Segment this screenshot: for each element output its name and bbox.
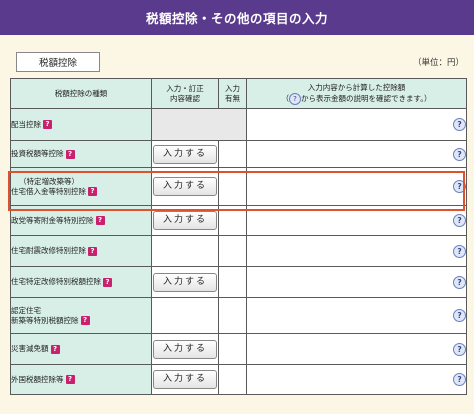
- header-amount-line1: 入力内容から計算した控除額: [307, 82, 406, 92]
- help-icon[interactable]: ?: [88, 187, 97, 196]
- header-amount: 入力内容から計算した控除額 （? から表示金額の説明を確認できます。）: [246, 78, 467, 109]
- row-label: 投資税額等控除: [11, 149, 64, 158]
- table-row: 投資税額等控除? 入力する ?: [10, 140, 467, 168]
- presence-cell: [218, 364, 247, 395]
- table-row: 住宅特定改修特別税額控除? 入力する ?: [10, 266, 467, 298]
- info-icon: ?: [289, 92, 301, 105]
- tax-credit-table: 税額控除の種類 入力・訂正 内容確認 入力 有無 入力内容から計算した控除額 （…: [10, 78, 467, 395]
- help-icon[interactable]: ?: [95, 216, 105, 225]
- amount-cell: ?: [246, 140, 467, 168]
- row-label: 政党等寄附金等特別控除: [11, 215, 94, 225]
- row-label: 新築等特別税額控除: [11, 315, 79, 325]
- row-name-investment: 投資税額等控除?: [10, 140, 152, 168]
- info-icon[interactable]: ?: [453, 342, 466, 356]
- row-name-disaster: 災害減免額?: [10, 333, 152, 365]
- presence-cell: [218, 167, 247, 206]
- presence-cell: [218, 205, 247, 236]
- presence-cell: [218, 140, 247, 168]
- header-amount-line2: （? から表示金額の説明を確認できます。）: [247, 92, 466, 105]
- info-icon[interactable]: ?: [453, 373, 466, 386]
- amount-cell: ?: [246, 364, 467, 395]
- amount-cell: ?: [246, 333, 467, 365]
- info-icon[interactable]: ?: [453, 118, 466, 131]
- row-label: 外国税額控除等: [11, 374, 64, 384]
- row-label: 住宅借入金等特別控除: [11, 186, 86, 196]
- table-row: 認定住宅 新築等特別税額控除? ?: [10, 297, 467, 334]
- presence-cell: [218, 297, 247, 334]
- row-name-housing-loan: （特定増改築等） 住宅借入金等特別控除?: [10, 167, 152, 206]
- button-cell: 入力する: [151, 266, 219, 298]
- row-name-certified-housing: 認定住宅 新築等特別税額控除?: [10, 297, 152, 334]
- row-label-line2: 新築等特別税額控除?: [11, 316, 151, 326]
- header-input-confirm: 入力・訂正 内容確認: [151, 78, 219, 109]
- amount-cell: ?: [246, 266, 467, 298]
- help-icon[interactable]: ?: [65, 149, 75, 159]
- button-cell: 入力する: [151, 140, 219, 168]
- button-cell: 入力する: [151, 333, 219, 365]
- row-name-seismic: 住宅耐震改修特別控除?: [10, 235, 152, 267]
- info-icon[interactable]: ?: [453, 309, 466, 322]
- presence-cell: [218, 235, 247, 267]
- enter-button-foreign-tax[interactable]: 入力する: [153, 370, 217, 389]
- amount-cell: ?: [246, 235, 467, 267]
- header-amount-pre: （: [281, 93, 290, 103]
- button-cell: 入力する: [151, 364, 219, 395]
- enter-button-investment[interactable]: 入力する: [153, 144, 217, 164]
- button-cell: 入力する: [151, 205, 219, 236]
- table-row: （特定増改築等） 住宅借入金等特別控除? 入力する ?: [10, 167, 467, 206]
- info-icon[interactable]: ?: [453, 147, 466, 161]
- info-icon[interactable]: ?: [453, 180, 466, 193]
- row-name-dividend: 配当控除?: [10, 108, 152, 141]
- unit-label: （単位：円）: [412, 58, 464, 68]
- help-icon[interactable]: ?: [88, 246, 97, 256]
- amount-cell: ?: [246, 167, 467, 206]
- header-input-presence: 入力 有無: [218, 78, 247, 109]
- row-label-line1: 認定住宅: [11, 305, 41, 315]
- row-label: 配当控除: [11, 119, 41, 129]
- enter-button-disaster[interactable]: 入力する: [153, 339, 217, 359]
- row-label: 住宅耐震改修特別控除: [11, 246, 86, 255]
- info-icon[interactable]: ?: [453, 244, 466, 258]
- info-icon[interactable]: ?: [453, 214, 466, 227]
- row-label-line2: 住宅借入金等特別控除?: [11, 187, 151, 197]
- help-icon[interactable]: ?: [80, 316, 90, 325]
- presence-cell: [218, 266, 247, 298]
- row-name-foreign-tax: 外国税額控除等?: [10, 364, 152, 395]
- table-row: 政党等寄附金等特別控除? 入力する ?: [10, 205, 467, 236]
- help-icon[interactable]: ?: [65, 375, 75, 384]
- row-name-specific-renovation: 住宅特定改修特別税額控除?: [10, 266, 152, 298]
- info-icon[interactable]: ?: [453, 275, 466, 289]
- presence-cell: [218, 333, 247, 365]
- enter-button-housing-loan[interactable]: 入力する: [153, 177, 217, 196]
- disabled-input-cell: [151, 108, 247, 141]
- header-amount-post: から表示金額の説明を確認できます。）: [301, 93, 432, 103]
- amount-cell: ?: [246, 205, 467, 236]
- page-title: 税額控除・その他の項目の入力: [0, 0, 474, 35]
- row-label: 住宅特定改修特別税額控除: [11, 277, 101, 286]
- row-label-line1: （特定増改築等）: [19, 176, 79, 186]
- table-row: 外国税額控除等? 入力する ?: [10, 364, 467, 395]
- enter-button-specific-renovation[interactable]: 入力する: [153, 272, 217, 292]
- help-icon[interactable]: ?: [43, 120, 52, 129]
- table-header-row: 税額控除の種類 入力・訂正 内容確認 入力 有無 入力内容から計算した控除額 （…: [10, 78, 467, 109]
- table-row: 配当控除? ?: [10, 108, 467, 141]
- help-icon[interactable]: ?: [50, 344, 60, 354]
- enter-button-political-donation[interactable]: 入力する: [153, 211, 217, 230]
- header-type: 税額控除の種類: [10, 78, 152, 109]
- row-label: 災害減免額: [11, 344, 49, 353]
- button-cell-empty: [151, 297, 219, 334]
- amount-cell: ?: [246, 108, 467, 141]
- category-tab[interactable]: 税額控除: [16, 52, 100, 72]
- button-cell-empty: [151, 235, 219, 267]
- table-row: 災害減免額? 入力する ?: [10, 333, 467, 365]
- help-icon[interactable]: ?: [103, 277, 112, 287]
- row-name-political-donation: 政党等寄附金等特別控除?: [10, 205, 152, 236]
- table-row: 住宅耐震改修特別控除? ?: [10, 235, 467, 267]
- amount-cell: ?: [246, 297, 467, 334]
- button-cell: 入力する: [151, 167, 219, 206]
